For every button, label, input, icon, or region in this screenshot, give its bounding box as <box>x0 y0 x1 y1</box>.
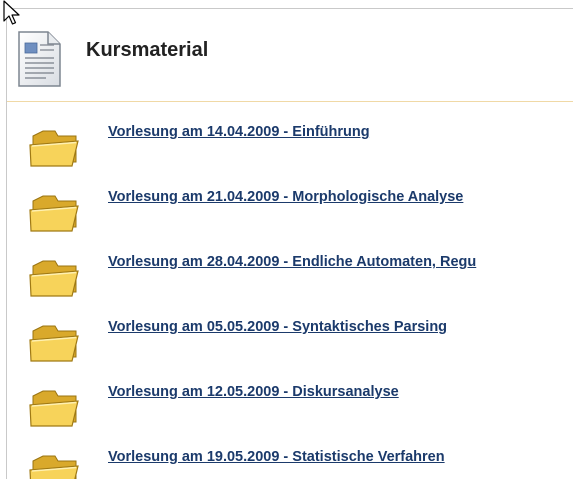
lecture-link[interactable]: Vorlesung am 12.05.2009 - Diskursanalyse <box>108 384 399 400</box>
mouse-cursor-icon <box>3 0 20 25</box>
document-icon <box>18 31 61 87</box>
lecture-link[interactable]: Vorlesung am 14.04.2009 - Einführung <box>108 124 370 140</box>
folder-icon <box>29 390 79 427</box>
course-material-panel: Kursmaterial Vorlesung am 14.04.2009 - E… <box>6 8 573 479</box>
lecture-link[interactable]: Vorlesung am 28.04.2009 - Endliche Autom… <box>108 254 476 270</box>
list-item[interactable]: Vorlesung am 14.04.2009 - Einführung <box>7 113 573 178</box>
list-item[interactable]: Vorlesung am 28.04.2009 - Endliche Autom… <box>7 243 573 308</box>
list-item[interactable]: Vorlesung am 12.05.2009 - Diskursanalyse <box>7 373 573 438</box>
lecture-link[interactable]: Vorlesung am 21.04.2009 - Morphologische… <box>108 189 463 205</box>
folder-icon <box>29 325 79 362</box>
lecture-link[interactable]: Vorlesung am 19.05.2009 - Statistische V… <box>108 449 445 465</box>
folder-icon <box>29 130 79 167</box>
folder-icon <box>29 455 79 479</box>
panel-header: Kursmaterial <box>7 9 573 102</box>
material-list: Vorlesung am 14.04.2009 - Einführung Vor… <box>7 113 573 479</box>
folder-icon <box>29 260 79 297</box>
page-title: Kursmaterial <box>86 39 209 61</box>
folder-icon <box>29 195 79 232</box>
list-item[interactable]: Vorlesung am 19.05.2009 - Statistische V… <box>7 438 573 479</box>
list-item[interactable]: Vorlesung am 05.05.2009 - Syntaktisches … <box>7 308 573 373</box>
lecture-link[interactable]: Vorlesung am 05.05.2009 - Syntaktisches … <box>108 319 447 335</box>
list-item[interactable]: Vorlesung am 21.04.2009 - Morphologische… <box>7 178 573 243</box>
